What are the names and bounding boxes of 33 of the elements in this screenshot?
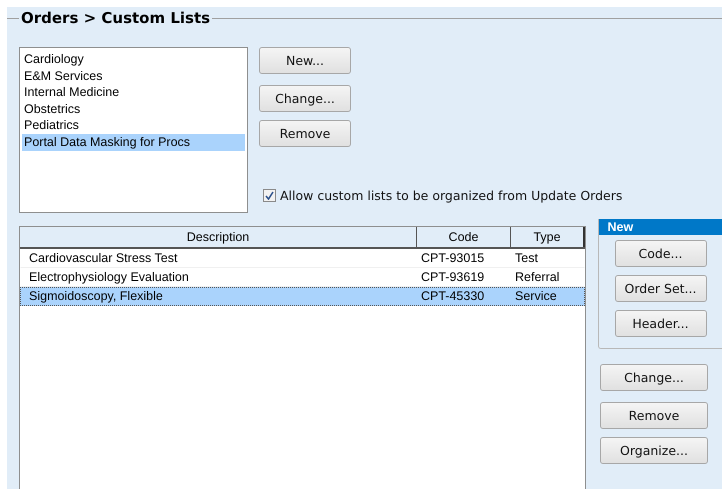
table-cell-text: CPT-45330: [420, 288, 486, 305]
table-cell-text: Electrophysiology Evaluation: [28, 269, 190, 286]
list-item[interactable]: E&M Services: [22, 68, 245, 84]
table-cell-text: Referral: [514, 269, 560, 286]
table-cell-text: CPT-93619: [420, 269, 486, 286]
checkbox[interactable]: [263, 189, 276, 202]
new-button[interactable]: New...: [259, 47, 351, 74]
custom-list-box[interactable]: Cardiology E&M Services Internal Medicine Obstetrics Pediatrics Portal Data Masking for Procs: [19, 47, 248, 213]
list-item[interactable]: Pediatrics: [22, 117, 245, 134]
column-header[interactable]: Description: [20, 227, 417, 247]
group-title: New: [598, 219, 722, 235]
page-title: Orders > Custom Lists: [20, 9, 212, 27]
table-cell-text: CPT-93015: [420, 250, 486, 267]
checkbox-label: Allow custom lists to be organized from Update Orders: [280, 188, 622, 203]
column-header[interactable]: Code: [417, 227, 511, 247]
list-item[interactable]: Obstetrics: [22, 100, 245, 118]
table-cell-text: Service: [514, 288, 558, 305]
order-set-button[interactable]: Order Set...: [614, 275, 706, 302]
code-button[interactable]: Code...: [614, 240, 706, 267]
list-item[interactable]: Cardiology: [22, 51, 245, 68]
table-cell-text: Cardiovascular Stress Test: [28, 250, 178, 267]
list-item[interactable]: Internal Medicine: [22, 84, 245, 101]
remove-button[interactable]: Remove: [259, 120, 351, 147]
header-button[interactable]: Header...: [614, 310, 706, 337]
change-button[interactable]: Change...: [600, 364, 708, 391]
organize-button[interactable]: Organize...: [600, 437, 708, 464]
list-item[interactable]: Portal Data Masking for Procs: [22, 134, 245, 151]
change-button[interactable]: Change...: [259, 85, 351, 112]
table-cell-text: Sigmoidoscopy, Flexible: [28, 288, 164, 305]
table-cell-text: Test: [514, 250, 539, 267]
column-header[interactable]: Type: [511, 227, 585, 247]
remove-button[interactable]: Remove: [600, 402, 708, 429]
table-row[interactable]: Sigmoidoscopy, Flexible CPT-45330 Service: [20, 287, 585, 306]
